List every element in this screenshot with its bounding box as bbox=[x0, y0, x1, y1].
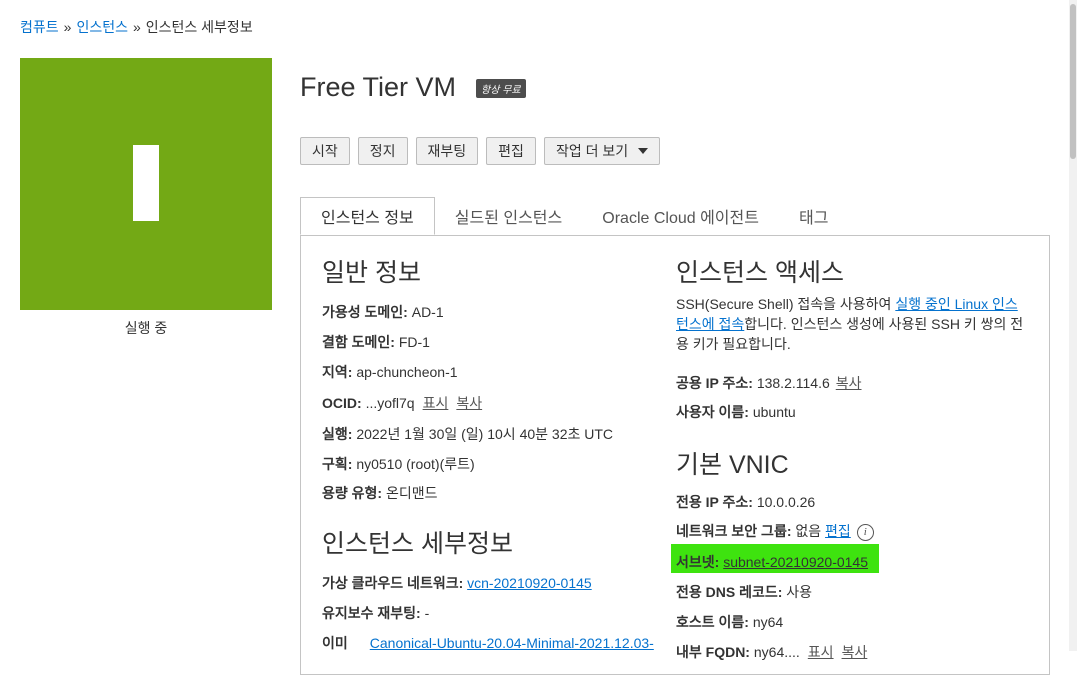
instance-access-heading: 인스턴스 액세스 bbox=[676, 259, 844, 287]
public-ip-row: 공용 IP 주소: 138.2.114.6 복사 bbox=[676, 373, 862, 393]
edit-button[interactable]: 편집 bbox=[486, 137, 536, 165]
launched-row: 실행: 2022년 1월 30일 (일) 10시 40분 32초 UTC bbox=[322, 424, 613, 444]
username-label: 사용자 이름: bbox=[676, 404, 749, 420]
region-label: 지역: bbox=[322, 364, 353, 380]
tab-bar: 인스턴스 정보 실드된 인스턴스 Oracle Cloud 에이전트 태그 bbox=[300, 197, 848, 235]
general-info-heading: 일반 정보 bbox=[322, 259, 421, 287]
breadcrumb-instances-link[interactable]: 인스턴스 bbox=[76, 19, 128, 35]
primary-vnic-heading: 기본 VNIC bbox=[676, 451, 789, 479]
breadcrumb-current: 인스턴스 세부정보 bbox=[145, 19, 253, 35]
region-value: ap-chuncheon-1 bbox=[356, 364, 458, 380]
instance-details-heading: 인스턴스 세부정보 bbox=[322, 530, 513, 558]
fqdn-copy-link[interactable]: 복사 bbox=[842, 644, 868, 660]
fault-domain-value: FD-1 bbox=[398, 334, 430, 350]
nsg-value: 없음 bbox=[795, 523, 822, 539]
reboot-button[interactable]: 재부팅 bbox=[415, 137, 479, 165]
ocid-show-link[interactable]: 표시 bbox=[423, 395, 449, 411]
title-row: Free Tier VM 항상 무료 bbox=[300, 72, 526, 103]
fqdn-show-link[interactable]: 표시 bbox=[808, 644, 834, 660]
hostname-label: 호스트 이름: bbox=[676, 614, 749, 630]
info-icon[interactable]: i bbox=[856, 523, 874, 541]
private-dns-label: 전용 DNS 레코드: bbox=[676, 584, 783, 600]
username-row: 사용자 이름: ubuntu bbox=[676, 402, 796, 422]
breadcrumb-separator: » bbox=[63, 19, 72, 35]
tab-tags[interactable]: 태그 bbox=[779, 197, 848, 235]
page-title: Free Tier VM bbox=[300, 72, 457, 102]
breadcrumb-compute-link[interactable]: 컴퓨트 bbox=[20, 19, 59, 35]
scrollbar-thumb[interactable] bbox=[1070, 4, 1076, 159]
launched-value: 2022년 1월 30일 (일) 10시 40분 32초 UTC bbox=[356, 426, 614, 442]
breadcrumb: 컴퓨트» 인스턴스» 인스턴스 세부정보 bbox=[20, 17, 253, 37]
image-link[interactable]: Canonical-Ubuntu-20.04-Minimal-2021.12.0… bbox=[370, 635, 654, 651]
more-actions-label: 작업 더 보기 bbox=[555, 143, 629, 159]
vcn-label: 가상 클라우드 네트워크: bbox=[322, 575, 464, 591]
action-toolbar: 시작 정지 재부팅 편집 작업 더 보기 bbox=[300, 137, 668, 165]
hostname-row: 호스트 이름: ny64 bbox=[676, 612, 783, 632]
maintenance-reboot-value: - bbox=[424, 605, 430, 621]
tab-instance-info[interactable]: 인스턴스 정보 bbox=[300, 197, 435, 235]
capacity-type-label: 용량 유형: bbox=[322, 485, 383, 501]
start-button[interactable]: 시작 bbox=[300, 137, 350, 165]
public-ip-label: 공용 IP 주소: bbox=[676, 375, 753, 391]
ocid-row: OCID: ...yofl7q 표시 복사 bbox=[322, 393, 482, 413]
tab-oracle-cloud-agent[interactable]: Oracle Cloud 에이전트 bbox=[582, 197, 779, 235]
vcn-row: 가상 클라우드 네트워크: vcn-20210920-0145 bbox=[322, 573, 592, 593]
fault-domain-row: 결함 도메인: FD-1 bbox=[322, 332, 430, 352]
private-ip-row: 전용 IP 주소: 10.0.0.26 bbox=[676, 492, 815, 512]
private-dns-value: 사용 bbox=[786, 584, 813, 600]
internal-fqdn-value: ny64.... bbox=[753, 644, 800, 660]
compartment-value: ny0510 (root)(루트) bbox=[356, 456, 475, 472]
private-ip-label: 전용 IP 주소: bbox=[676, 494, 753, 510]
ocid-copy-link[interactable]: 복사 bbox=[456, 395, 482, 411]
availability-domain-label: 가용성 도메인: bbox=[322, 304, 408, 320]
nsg-row: 네트워크 보안 그룹: 없음 편집 i bbox=[676, 521, 874, 541]
caret-down-icon bbox=[638, 148, 649, 154]
image-label: 이미 bbox=[322, 635, 348, 651]
internal-fqdn-row: 내부 FQDN: ny64.... 표시 복사 bbox=[676, 642, 867, 662]
instance-status-tile bbox=[20, 58, 272, 310]
instance-letter-icon bbox=[133, 145, 159, 221]
access-text-1: SSH(Secure Shell) 접속을 사용하여 bbox=[676, 296, 896, 312]
instance-access-description: SSH(Secure Shell) 접속을 사용하여 실행 중인 Linux 인… bbox=[676, 294, 1026, 354]
capacity-type-value: 온디맨드 bbox=[385, 485, 438, 501]
compartment-row: 구획: ny0510 (root)(루트) bbox=[322, 454, 475, 474]
ocid-label: OCID: bbox=[322, 395, 362, 411]
image-row: 이미 Canonical-Ubuntu-20.04-Minimal-2021.12… bbox=[322, 633, 654, 653]
ocid-value: ...yofl7q bbox=[365, 395, 415, 411]
subnet-row: 서브넷: subnet-20210920-0145 bbox=[676, 552, 868, 572]
more-actions-button[interactable]: 작업 더 보기 bbox=[543, 137, 661, 165]
breadcrumb-separator: » bbox=[132, 19, 141, 35]
region-row: 지역: ap-chuncheon-1 bbox=[322, 362, 458, 382]
maintenance-reboot-label: 유지보수 재부팅: bbox=[322, 605, 421, 621]
always-free-badge: 항상 무료 bbox=[476, 79, 526, 98]
subnet-link[interactable]: subnet-20210920-0145 bbox=[723, 554, 868, 570]
launched-label: 실행: bbox=[322, 426, 353, 442]
username-value: ubuntu bbox=[752, 404, 796, 420]
hostname-value: ny64 bbox=[752, 614, 784, 630]
internal-fqdn-label: 내부 FQDN: bbox=[676, 644, 750, 660]
maintenance-reboot-row: 유지보수 재부팅: - bbox=[322, 603, 429, 623]
private-dns-row: 전용 DNS 레코드: 사용 bbox=[676, 582, 812, 602]
subnet-label: 서브넷: bbox=[676, 554, 720, 570]
vcn-link[interactable]: vcn-20210920-0145 bbox=[467, 575, 592, 591]
public-ip-value: 138.2.114.6 bbox=[756, 375, 830, 391]
tab-shielded-instance[interactable]: 실드된 인스턴스 bbox=[435, 197, 583, 235]
nsg-label: 네트워크 보안 그룹: bbox=[676, 523, 792, 539]
instance-status-label: 실행 중 bbox=[124, 320, 168, 336]
stop-button[interactable]: 정지 bbox=[357, 137, 408, 165]
availability-domain-row: 가용성 도메인: AD-1 bbox=[322, 302, 444, 322]
capacity-type-row: 용량 유형: 온디맨드 bbox=[322, 483, 438, 503]
page-scrollbar[interactable] bbox=[1069, 0, 1077, 651]
compartment-label: 구획: bbox=[322, 456, 353, 472]
nsg-edit-link[interactable]: 편집 bbox=[825, 523, 851, 539]
private-ip-value: 10.0.0.26 bbox=[756, 494, 816, 510]
fault-domain-label: 결함 도메인: bbox=[322, 334, 395, 350]
public-ip-copy-link[interactable]: 복사 bbox=[836, 375, 862, 391]
availability-domain-value: AD-1 bbox=[411, 304, 444, 320]
